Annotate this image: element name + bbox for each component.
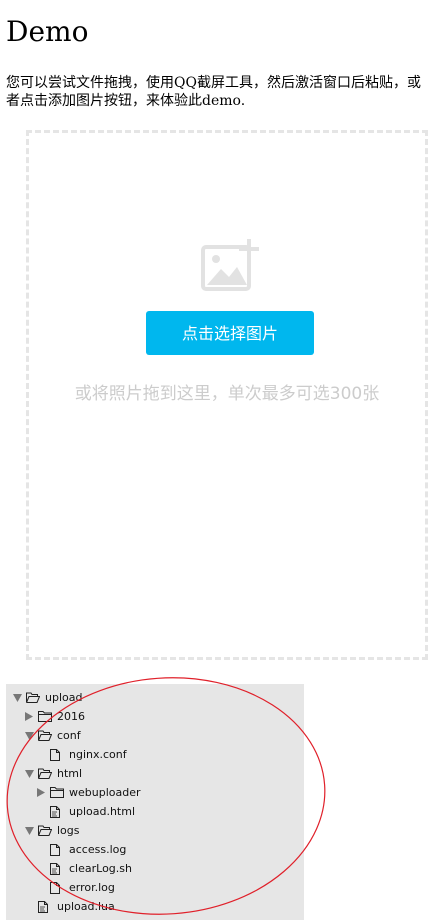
code-file-icon (38, 900, 52, 913)
tree-file[interactable]: nginx.conf (36, 745, 127, 764)
tree-item-label: nginx.conf (69, 748, 127, 761)
folder-icon (50, 787, 64, 799)
tree-file[interactable]: upload.html (36, 802, 135, 821)
chevron-right-icon[interactable] (24, 712, 34, 722)
add-image-icon[interactable] (201, 237, 265, 293)
drop-zone[interactable]: 点击选择图片 或将照片拖到这里，单次最多可选300张 (26, 130, 428, 660)
tree-item-label: clearLog.sh (69, 862, 132, 875)
tree-item-label: 2016 (57, 710, 85, 723)
tree-folder[interactable]: conf (24, 726, 81, 745)
tree-folder[interactable]: logs (24, 821, 80, 840)
intro-text: 您可以尝试文件拖拽，使用QQ截屏工具，然后激活窗口后粘贴，或者点击添加图片按钮，… (6, 75, 421, 109)
chevron-down-icon[interactable] (24, 826, 34, 836)
chevron-right-icon[interactable] (36, 788, 46, 798)
drop-hint: 或将照片拖到这里，单次最多可选300张 (74, 384, 380, 404)
tree-item-label: logs (57, 824, 80, 837)
tree-folder[interactable]: html (24, 764, 82, 783)
code-file-icon (50, 862, 64, 875)
tree-file[interactable]: access.log (36, 840, 126, 859)
tree-item-label: error.log (69, 881, 115, 894)
code-file-icon (50, 805, 64, 818)
tree-file[interactable]: upload.lua (24, 897, 115, 916)
folder-open-icon (38, 730, 52, 742)
tree-folder[interactable]: upload (12, 688, 82, 707)
folder-open-icon (38, 825, 52, 837)
file-tree: upload 2016 conf nginx.conf html webuploader u… (6, 684, 304, 920)
chevron-down-icon[interactable] (12, 693, 22, 703)
tree-item-label: html (57, 767, 83, 780)
folder-open-icon (26, 692, 40, 704)
tree-item-label: upload (45, 691, 83, 704)
tree-file[interactable]: clearLog.sh (36, 859, 132, 878)
tree-file[interactable]: error.log (36, 878, 115, 897)
tree-folder[interactable]: webuploader (36, 783, 141, 802)
file-icon (50, 843, 64, 856)
select-images-button[interactable]: 点击选择图片 (146, 311, 314, 355)
page-title: Demo (6, 15, 89, 48)
tree-item-label: webuploader (69, 786, 141, 799)
tree-item-label: upload.html (69, 805, 136, 818)
folder-icon (38, 711, 52, 723)
folder-open-icon (38, 768, 52, 780)
file-icon (50, 748, 64, 761)
tree-item-label: upload.lua (57, 900, 115, 913)
file-icon (50, 881, 64, 894)
chevron-down-icon[interactable] (24, 731, 34, 741)
tree-item-label: access.log (69, 843, 127, 856)
tree-folder[interactable]: 2016 (24, 707, 85, 726)
tree-item-label: conf (57, 729, 81, 742)
chevron-down-icon[interactable] (24, 769, 34, 779)
